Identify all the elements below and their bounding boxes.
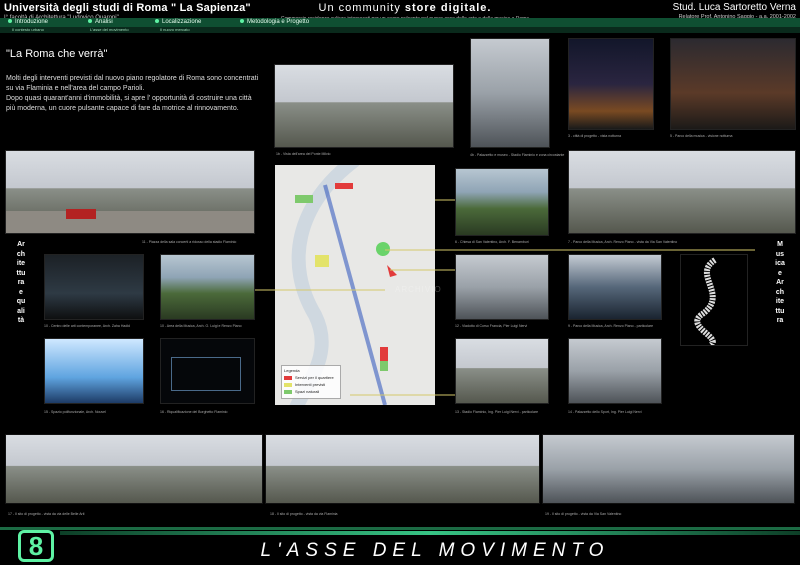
map-legend: Legenda Servizi per il quartiere Interve… (281, 365, 341, 399)
photo-ponte-milvio (274, 64, 454, 148)
page-number: 8 (18, 530, 54, 562)
photo-borghetto-plan (160, 338, 255, 404)
watermark: ARCHIVIO (395, 285, 442, 294)
legend-row: Spazi naturali (284, 389, 338, 394)
legend-swatch-green (284, 389, 292, 394)
photo-parco-musica-night (670, 38, 796, 130)
vertical-label-right: Musica e Architettura (775, 240, 785, 326)
vertical-text: Musica e Architettura (775, 241, 785, 324)
university-title: Università degli studi di Roma " La Sapi… (4, 2, 251, 14)
legend-swatch-red (284, 375, 292, 380)
caption-15: 14 - Palazzetto dello Sport, Ing. Pier L… (568, 410, 642, 414)
project-title: Un community store digitale. (255, 2, 555, 14)
legend-row: Servizi per il quartiere (284, 375, 338, 380)
caption-6: 6 - Chiesa di San Valentino, Arch. F. Be… (455, 240, 529, 244)
red-block (380, 347, 388, 361)
photo-piazza-concerti (5, 150, 255, 234)
intro-text-block: "La Roma che verrà" Molti degli interven… (6, 48, 262, 114)
yellow-area (315, 255, 329, 267)
photo-auditorium-detail (568, 254, 662, 320)
photo-parco-musica-day (568, 150, 796, 234)
sub-nav-asse[interactable]: L'asse del movimento (90, 27, 129, 33)
photo-chiesa-san-valentino (455, 168, 549, 236)
nav-label: Localizzazione (162, 19, 202, 25)
photo-city-map-sketch (680, 254, 748, 346)
panorama-2 (265, 434, 540, 504)
footer-gradient-stripe (60, 531, 800, 535)
photo-ponte-musica-render (44, 254, 144, 320)
nav-bar (0, 18, 800, 27)
sub-nav-contesto[interactable]: Il contesto urbano (12, 27, 44, 33)
photo-area-musica (160, 254, 255, 320)
caption-3: 3 - città di progetto - vista notturna (568, 134, 622, 138)
section-title: "La Roma che verrà" (6, 48, 108, 60)
sub-nav-mercato[interactable]: Il nuovo mercato (160, 27, 190, 33)
footer-title: L'ASSE DEL MOVIMENTO (260, 540, 610, 561)
panorama-1 (5, 434, 263, 504)
nav-label: Introduzione (15, 19, 49, 25)
vertical-text: Architettura e qualità (16, 241, 26, 324)
arrow-icon (387, 265, 397, 277)
green-block (380, 361, 388, 371)
caption-7: 7 - Parco della Musica, Arch. Renzo Pian… (568, 240, 678, 244)
green-area (295, 195, 313, 203)
bullet-icon (8, 19, 12, 24)
nav-label: Analisi (95, 19, 113, 25)
caption-14: 13 - Stadio Flaminio, Ing. Pier Luigi Ne… (455, 410, 539, 414)
caption-4: 5 - Parco della musica - visione notturn… (670, 134, 733, 138)
legend-label: Servizi per il quartiere (295, 375, 334, 380)
red-area (335, 183, 353, 189)
bullet-icon (240, 19, 244, 24)
intro-paragraph-1: Molti degli interventi previsti dal nuov… (6, 75, 259, 92)
legend-title: Legenda (284, 368, 300, 373)
legend-row: Interventi previsti (284, 382, 338, 387)
caption-13: 9 - Parco della Musica, Arch. Renzo Pian… (568, 324, 654, 328)
bullet-icon (88, 19, 92, 24)
caption-8: 10 - Centro delle arti contemporanee, Ar… (44, 324, 130, 328)
intro-paragraph-2: Dopo quasi quarant'anni d'immobilità, si… (6, 95, 252, 112)
panorama-caption-2: 18 - Il sito di progetto - vista da via … (270, 512, 338, 516)
photo-night-city (568, 38, 654, 130)
legend-swatch-yellow (284, 382, 292, 387)
nav-label: Metodologia e Progetto (247, 19, 310, 25)
photo-palazzetto-sport (568, 338, 662, 404)
caption-12: 12 - Viadotto di Corso Francia, Pier Lui… (455, 324, 528, 328)
nav-item-metodologia[interactable]: Metodologia e Progetto (240, 18, 309, 27)
legend-label: Interventi previsti (295, 382, 326, 387)
plan-outline (171, 357, 241, 391)
caption-1: 1b - Vista dell'area del Ponte Milvio (276, 152, 331, 156)
caption-2: 4b - Palazzetto e museo - Stadio Flamini… (470, 153, 565, 157)
legend-label: Spazi naturali (295, 389, 320, 394)
nav-item-localizzazione[interactable]: Localizzazione (155, 18, 201, 27)
project-title-a: Un community (318, 2, 405, 14)
photo-spazio-polifunzionale (44, 338, 144, 404)
caption-9: 10 - Area della Musica, Arch. O. Luigi e… (160, 324, 242, 328)
sketch-graphic (694, 257, 717, 345)
photo-viadotto (455, 254, 549, 320)
panorama-caption-1: 17 - Il sito di progetto - vista da via … (8, 512, 85, 516)
vertical-label-left: Architettura e qualità (16, 240, 26, 326)
photo-stadio-aerial (470, 38, 550, 148)
red-structure (66, 209, 96, 219)
project-title-b: store digitale. (404, 2, 492, 14)
panorama-caption-3: 19 - Il sito di progetto - vista da Via … (545, 512, 622, 516)
caption-5: 11 - Piazza della sala concerti a ridoss… (142, 240, 237, 244)
project-site (376, 242, 390, 256)
pavement (6, 211, 254, 233)
nav-item-introduzione[interactable]: Introduzione (8, 18, 48, 27)
author-name: Stud. Luca Sartoretto Verna (672, 2, 796, 13)
bullet-icon (155, 19, 159, 24)
panorama-3 (542, 434, 795, 504)
footer-stripe (0, 527, 800, 530)
caption-10: 15 - Spazio polifunzionale, Arch. Nouvel (44, 410, 106, 414)
photo-stadio-flaminio (455, 338, 549, 404)
sketch-path (694, 257, 717, 345)
caption-11: 16 - Riqualificazione del Borghetto Flam… (160, 410, 228, 414)
nav-item-analisi[interactable]: Analisi (88, 18, 113, 27)
